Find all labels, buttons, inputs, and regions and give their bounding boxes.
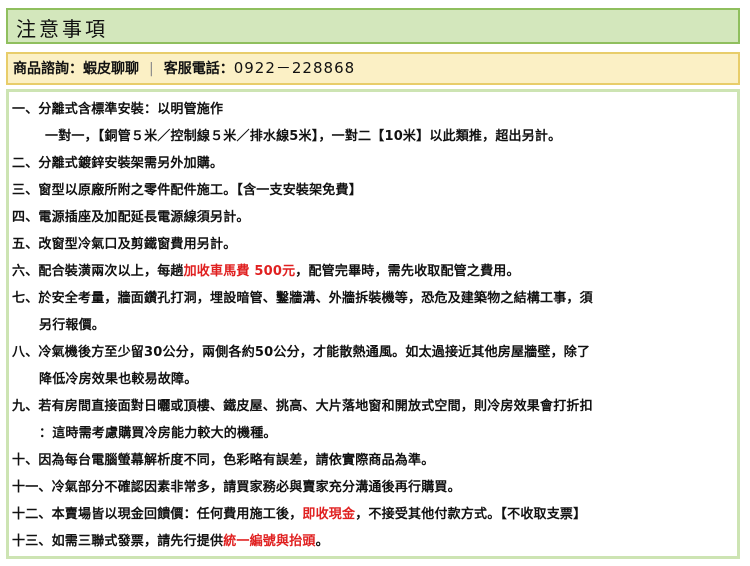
note-13-highlight: 統一編號與抬頭 — [223, 534, 316, 549]
note-12-before: 十二、本賣場皆以現金回饋價：任何費用施工後， — [12, 507, 303, 522]
note-6-highlight: 加收車馬費 500元 — [183, 264, 296, 279]
note-12-highlight: 即收現金 — [302, 507, 356, 522]
note-10: 十、因為每台電腦螢幕解析度不同，色彩略有誤差，請依實際商品為準。 — [12, 453, 435, 468]
note-2: 二、分離式鍍鋅安裝架需另外加購。 — [12, 156, 224, 171]
note-13-before: 十三、如需三聯式發票，請先行提供 — [12, 534, 224, 549]
note-8-cont: 降低冷房效果也較易故障。 — [39, 372, 198, 387]
note-9-cont: ：這時需考慮購買冷房能力較大的機種。 — [39, 426, 277, 441]
note-1: 一、分離式含標準安裝：以明管施作 — [12, 102, 224, 117]
note-6-after: ，配管完畢時，需先收取配管之費用。 — [295, 264, 520, 279]
contact-bar: 商品諮詢：蝦皮聊聊 | 客服電話：0922－228868 — [6, 52, 740, 85]
note-6: 六、配合裝潢兩次以上，每趟加收車馬費 500元，配管完畢時，需先收取配管之費用。 — [12, 262, 520, 282]
notes-box: 一、分離式含標準安裝：以明管施作 一對一，【銅管５米／控制線５米／排水線5米】，… — [6, 89, 740, 559]
note-12-after: ，不接受其他付款方式。【不收取支票】 — [355, 507, 587, 522]
note-11: 十一、冷氣部分不確認因素非常多，請買家務必與賣家充分溝通後再行購買。 — [12, 480, 461, 495]
page-title: 注意事項 — [16, 17, 108, 41]
contact-separator: | — [149, 61, 154, 77]
consult-label: 商品諮詢： — [13, 61, 83, 77]
note-13-after: 。 — [315, 534, 329, 549]
note-3: 三、窗型以原廠所附之零件配件施工。【含一支安裝架免費】 — [12, 183, 362, 198]
note-1-detail: 一對一，【銅管５米／控制線５米／排水線5米】，一對二【10米】以此類推，超出另計… — [45, 129, 562, 144]
note-7-cont: 另行報價。 — [39, 318, 106, 333]
note-9: 九、若有房間直接面對日曬或頂樓、鐵皮屋、挑高、大片落地窗和開放式空間，則冷房效果… — [12, 399, 593, 414]
note-5: 五、改窗型冷氣口及剪鐵窗費用另計。 — [12, 237, 237, 252]
service-phone: 0922－228868 — [233, 59, 356, 77]
note-7: 七、於安全考量，牆面鑽孔打洞，埋設暗管、鑿牆溝、外牆拆裝機等，恐危及建築物之結構… — [12, 291, 593, 306]
title-bar: 注意事項 — [6, 8, 740, 44]
note-8: 八、冷氣機後方至少留30公分，兩側各約50公分，才能散熱通風。如太過接近其他房屋… — [12, 345, 591, 360]
service-label: 客服電話： — [163, 61, 234, 77]
note-13: 十三、如需三聯式發票，請先行提供統一編號與抬頭。 — [12, 532, 329, 552]
note-4: 四、電源插座及加配延長電源線須另計。 — [12, 210, 250, 225]
note-6-before: 六、配合裝潢兩次以上，每趟 — [12, 264, 184, 279]
consult-value: 蝦皮聊聊 — [83, 61, 139, 77]
note-12: 十二、本賣場皆以現金回饋價：任何費用施工後，即收現金，不接受其他付款方式。【不收… — [12, 505, 586, 525]
